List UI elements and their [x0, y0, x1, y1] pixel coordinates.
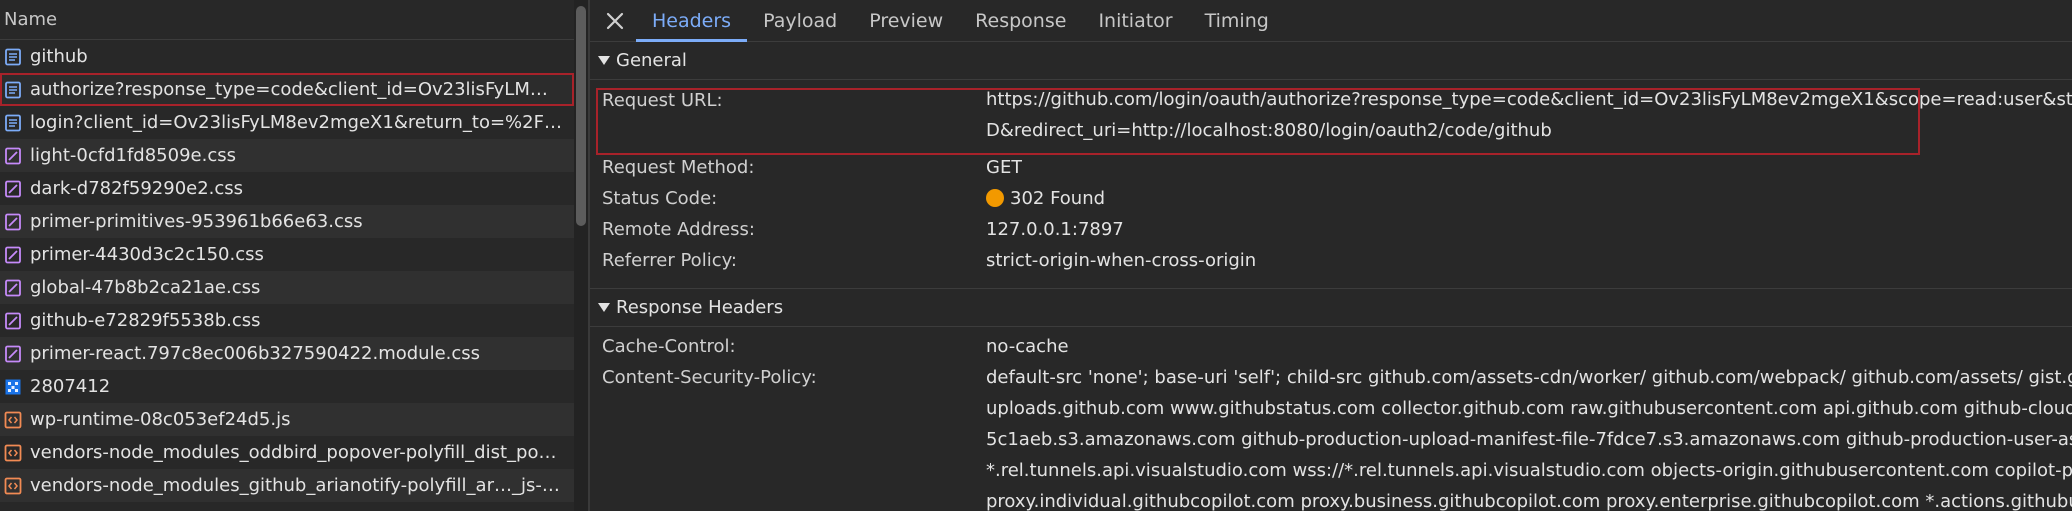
- stylesheet-icon: [4, 213, 22, 231]
- section-divider: [590, 276, 2072, 289]
- request-url-line-1[interactable]: https://github.com/login/oauth/authorize…: [986, 84, 2072, 115]
- request-list-panel: Name github authorize?response_type=code&…: [0, 0, 574, 511]
- request-row[interactable]: 2807412: [0, 370, 574, 403]
- script-icon: [4, 477, 22, 495]
- csp-line: default-src 'none'; base-uri 'self'; chi…: [986, 367, 2072, 388]
- document-icon: [4, 114, 22, 132]
- general-section-header[interactable]: General: [590, 42, 2072, 80]
- remote-address-key: Remote Address:: [602, 219, 755, 240]
- close-detail-button[interactable]: [594, 0, 636, 41]
- referrer-policy-value[interactable]: strict-origin-when-cross-origin: [986, 250, 1256, 271]
- request-name: wp-runtime-08c053ef24d5.js: [30, 409, 291, 430]
- image-icon: [4, 378, 22, 396]
- status-code-value[interactable]: 302 Found: [986, 188, 1105, 209]
- request-method-value[interactable]: GET: [986, 157, 1022, 178]
- script-icon: [4, 411, 22, 429]
- request-row[interactable]: authorize?response_type=code&client_id=O…: [0, 73, 574, 106]
- request-list-scrollbar[interactable]: [574, 0, 588, 511]
- status-code-key: Status Code:: [602, 188, 718, 209]
- request-row[interactable]: light-0cfd1fd8509e.css: [0, 139, 574, 172]
- request-row[interactable]: vendors-node_modules_github_arianotify-p…: [0, 469, 574, 502]
- request-name: primer-react.797c8ec006b327590422.module…: [30, 343, 481, 364]
- remote-address-value[interactable]: 127.0.0.1:7897: [986, 219, 1124, 240]
- document-icon: [4, 81, 22, 99]
- expand-triangle-icon: [598, 303, 610, 312]
- close-icon: [606, 12, 624, 29]
- csp-line: 5c1aeb.s3.amazonaws.com github-productio…: [986, 429, 2072, 450]
- response-headers-body: Cache-Control: no-cache Content-Security…: [590, 327, 2072, 511]
- request-name: vendors-node_modules_github_arianotify-p…: [30, 475, 565, 496]
- request-row[interactable]: wp-runtime-08c053ef24d5.js: [0, 403, 574, 436]
- csp-line: proxy.individual.githubcopilot.com proxy…: [986, 491, 2072, 511]
- cache-control-key: Cache-Control:: [602, 336, 736, 357]
- cache-control-value[interactable]: no-cache: [986, 336, 1069, 357]
- request-row[interactable]: dark-d782f59290e2.css: [0, 172, 574, 205]
- status-code-text: 302 Found: [1010, 188, 1106, 209]
- request-name: global-47b8b2ca21ae.css: [30, 277, 261, 298]
- request-url-line-2[interactable]: D&redirect_uri=http://localhost:8080/log…: [986, 115, 2072, 146]
- tab-headers[interactable]: Headers: [636, 0, 748, 42]
- request-row[interactable]: login?client_id=Ov23lisFyLM8ev2mgeX1&ret…: [0, 106, 574, 139]
- referrer-policy-row: Referrer Policy: strict-origin-when-cros…: [590, 245, 2072, 276]
- stylesheet-icon: [4, 312, 22, 330]
- csp-row: Content-Security-Policy: default-src 'no…: [590, 362, 2072, 511]
- request-name: primer-primitives-953961b66e63.css: [30, 211, 363, 232]
- name-column-header[interactable]: Name: [0, 0, 574, 40]
- general-section-body: Request URL: https://github.com/login/oa…: [590, 80, 2072, 276]
- request-row[interactable]: primer-4430d3c2c150.css: [0, 238, 574, 271]
- request-row[interactable]: github: [0, 40, 574, 73]
- request-row[interactable]: github-e72829f5538b.css: [0, 304, 574, 337]
- csp-key: Content-Security-Policy:: [602, 367, 817, 388]
- request-row[interactable]: global-47b8b2ca21ae.css: [0, 271, 574, 304]
- status-code-row: Status Code: 302 Found: [590, 183, 2072, 214]
- request-name: authorize?response_type=code&client_id=O…: [30, 79, 565, 100]
- request-name: 2807412: [30, 376, 111, 397]
- request-method-key: Request Method:: [602, 157, 755, 178]
- request-row[interactable]: primer-primitives-953961b66e63.css: [0, 205, 574, 238]
- detail-tab-bar: Headers Payload Preview Response Initiat…: [590, 0, 2072, 42]
- stylesheet-icon: [4, 345, 22, 363]
- tab-initiator[interactable]: Initiator: [1082, 0, 1188, 41]
- expand-triangle-icon: [598, 56, 610, 65]
- tab-timing[interactable]: Timing: [1189, 0, 1285, 41]
- request-url-key: Request URL:: [602, 90, 723, 111]
- document-icon: [4, 48, 22, 66]
- request-list: github authorize?response_type=code&clien…: [0, 40, 574, 502]
- request-name: vendors-node_modules_oddbird_popover-pol…: [30, 442, 565, 463]
- request-name: light-0cfd1fd8509e.css: [30, 145, 236, 166]
- request-name: login?client_id=Ov23lisFyLM8ev2mgeX1&ret…: [30, 112, 565, 133]
- cache-control-row: Cache-Control: no-cache: [590, 331, 2072, 362]
- script-icon: [4, 444, 22, 462]
- response-headers-title: Response Headers: [616, 297, 784, 318]
- request-method-row: Request Method: GET: [590, 152, 2072, 183]
- request-row[interactable]: vendors-node_modules_oddbird_popover-pol…: [0, 436, 574, 469]
- request-name: primer-4430d3c2c150.css: [30, 244, 264, 265]
- request-detail-panel: Headers Payload Preview Response Initiat…: [590, 0, 2072, 511]
- general-section-title: General: [616, 50, 687, 71]
- scrollbar-thumb[interactable]: [576, 6, 586, 226]
- tab-preview[interactable]: Preview: [853, 0, 959, 41]
- stylesheet-icon: [4, 279, 22, 297]
- request-row[interactable]: primer-react.797c8ec006b327590422.module…: [0, 337, 574, 370]
- request-name: dark-d782f59290e2.css: [30, 178, 244, 199]
- stylesheet-icon: [4, 246, 22, 264]
- csp-line: *.rel.tunnels.api.visualstudio.com wss:/…: [986, 460, 2072, 481]
- csp-line: uploads.github.com www.githubstatus.com …: [986, 398, 2072, 419]
- request-name: github: [30, 46, 88, 67]
- stylesheet-icon: [4, 147, 22, 165]
- tab-response[interactable]: Response: [959, 0, 1082, 41]
- request-url-row: Request URL: https://github.com/login/oa…: [590, 84, 2072, 152]
- tab-payload[interactable]: Payload: [747, 0, 853, 41]
- request-url-value: https://github.com/login/oauth/authorize…: [986, 84, 2072, 146]
- referrer-policy-key: Referrer Policy:: [602, 250, 737, 271]
- remote-address-row: Remote Address: 127.0.0.1:7897: [590, 214, 2072, 245]
- request-name: github-e72829f5538b.css: [30, 310, 261, 331]
- csp-value[interactable]: default-src 'none'; base-uri 'self'; chi…: [986, 362, 2072, 511]
- status-warning-icon: [986, 189, 1004, 207]
- stylesheet-icon: [4, 180, 22, 198]
- response-headers-section-header[interactable]: Response Headers: [590, 289, 2072, 327]
